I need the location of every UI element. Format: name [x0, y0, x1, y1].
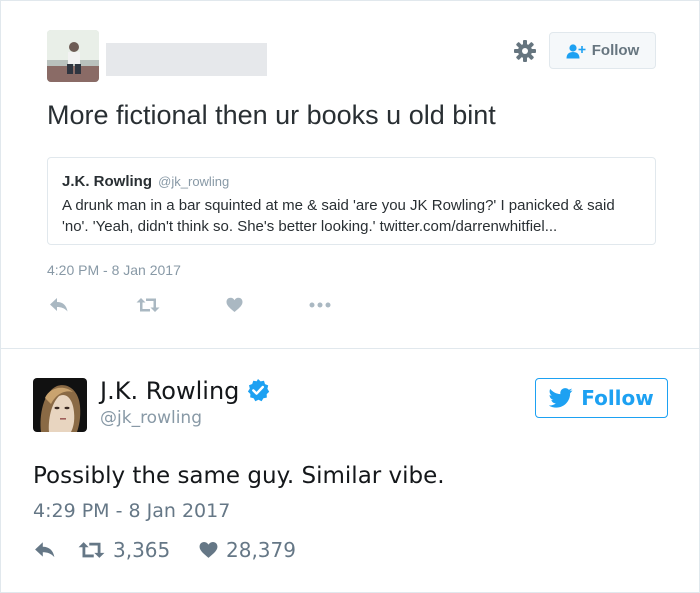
reply-button[interactable]: [34, 537, 56, 563]
avatar[interactable]: [47, 30, 99, 82]
more-button[interactable]: [309, 294, 331, 316]
tweet-timestamp[interactable]: 4:20 PM - 8 Jan 2017: [47, 262, 181, 278]
gear-icon[interactable]: [513, 39, 537, 63]
reply-icon: [50, 298, 68, 312]
tweet-text: More fictional then ur books u old bint: [47, 100, 496, 130]
tweet-text: Possibly the same guy. Similar vibe.: [33, 463, 445, 489]
quoted-tweet[interactable]: J.K. Rowling @jk_rowling A drunk man in …: [47, 157, 656, 245]
twitter-bird-icon: [549, 388, 573, 408]
tweet-timestamp[interactable]: 4:29 PM - 8 Jan 2017: [33, 500, 230, 522]
retweet-count: 3,365: [113, 538, 171, 562]
redacted-username: [106, 43, 267, 76]
like-icon: [199, 541, 218, 558]
retweet-icon: [136, 298, 160, 312]
follow-button[interactable]: Follow: [535, 378, 668, 418]
reply-icon: [35, 542, 55, 558]
avatar[interactable]: [33, 378, 87, 432]
follow-button-label: Follow: [591, 42, 640, 59]
author-handle[interactable]: @jk_rowling: [100, 408, 202, 428]
author-name[interactable]: J.K. Rowling: [100, 377, 239, 405]
follow-button-label: Follow: [581, 386, 654, 410]
tweet-divider: [0, 348, 700, 349]
quoted-tweet-text: A drunk man in a bar squinted at me & sa…: [62, 197, 615, 235]
verified-badge-icon: [247, 379, 270, 402]
reply-button[interactable]: [49, 294, 69, 316]
follow-button[interactable]: Follow: [549, 32, 656, 69]
retweet-icon: [78, 542, 105, 558]
add-user-icon: [566, 43, 586, 58]
more-icon: [309, 302, 331, 308]
quoted-author-name: J.K. Rowling: [62, 173, 152, 190]
like-button[interactable]: 28,379: [199, 537, 296, 563]
like-button[interactable]: [226, 294, 243, 316]
retweet-button[interactable]: [136, 294, 160, 316]
like-icon: [226, 297, 243, 312]
retweet-button[interactable]: 3,365: [78, 537, 170, 563]
like-count: 28,379: [226, 538, 296, 562]
quoted-author-handle: @jk_rowling: [158, 174, 230, 189]
